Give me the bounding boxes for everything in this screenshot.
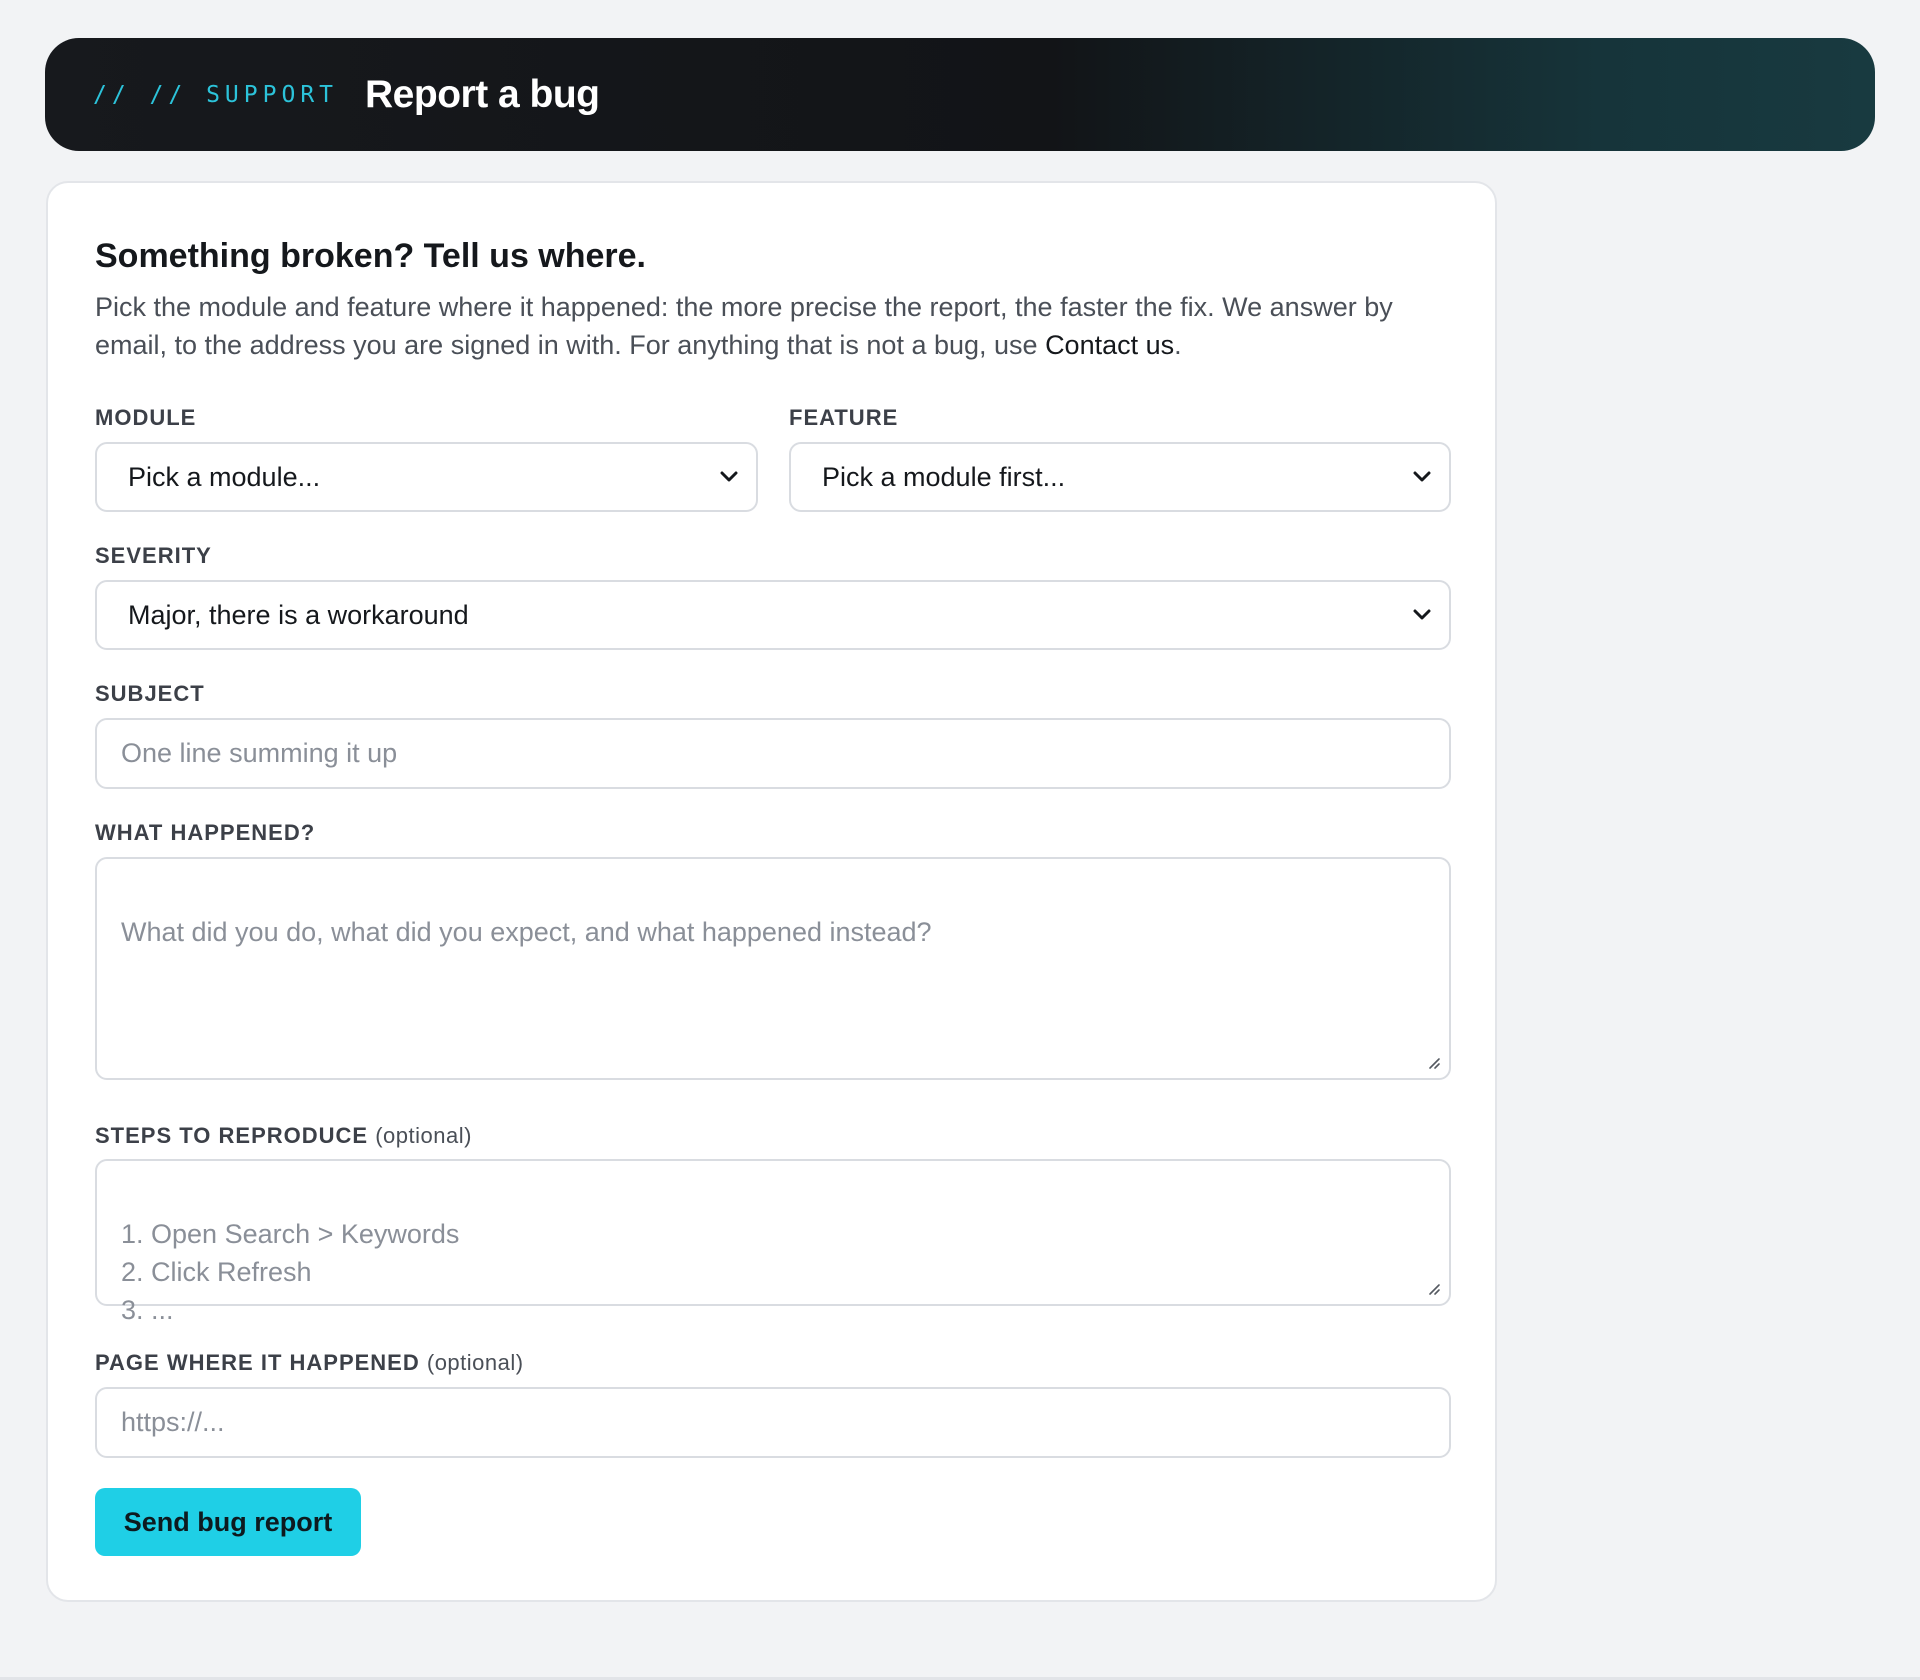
module-select-value: Pick a module...	[128, 461, 321, 492]
intro-text: Pick the module and feature where it hap…	[95, 292, 1393, 360]
severity-label: SEVERITY	[95, 543, 212, 568]
page-title: Report a bug	[365, 72, 600, 116]
resize-grip-icon[interactable]	[1425, 1280, 1441, 1296]
severity-select-value: Major, there is a workaround	[128, 599, 469, 630]
steps-label: STEPS TO REPRODUCE (optional)	[95, 1123, 472, 1149]
what-happened-placeholder: What did you do, what did you expect, an…	[121, 917, 932, 947]
feature-label: FEATURE	[789, 405, 899, 430]
severity-select[interactable]: Major, there is a workaround	[95, 580, 1451, 650]
form-heading: Something broken? Tell us where.	[95, 237, 647, 275]
chevron-down-icon	[1413, 609, 1431, 620]
form-intro: Pick the module and feature where it hap…	[95, 288, 1451, 364]
page-header: // // SUPPORT Report a bug	[45, 38, 1875, 151]
subject-label: SUBJECT	[95, 681, 205, 706]
module-select[interactable]: Pick a module...	[95, 442, 758, 512]
feature-select[interactable]: Pick a module first...	[789, 442, 1451, 512]
page-url-input[interactable]: https://...	[95, 1387, 1451, 1458]
subject-placeholder: One line summing it up	[121, 738, 398, 768]
bug-report-card: Something broken? Tell us where. Pick th…	[46, 181, 1497, 1602]
contact-us-link[interactable]: Contact us	[1045, 330, 1174, 360]
page-url-optional-tag: (optional)	[426, 1350, 524, 1375]
steps-optional-tag: (optional)	[375, 1123, 472, 1148]
resize-grip-icon[interactable]	[1425, 1054, 1441, 1070]
subject-input[interactable]: One line summing it up	[95, 718, 1451, 789]
feature-select-value: Pick a module first...	[822, 461, 1066, 492]
what-happened-textarea[interactable]: What did you do, what did you expect, an…	[95, 857, 1451, 1080]
chevron-down-icon	[720, 471, 738, 482]
send-bug-report-button[interactable]: Send bug report	[95, 1488, 361, 1556]
module-label: MODULE	[95, 405, 197, 430]
steps-textarea[interactable]: 1. Open Search > Keywords 2. Click Refre…	[95, 1159, 1451, 1325]
section-eyebrow: // // SUPPORT	[93, 81, 339, 108]
page-url-placeholder: https://...	[121, 1407, 225, 1437]
page-url-label-text: PAGE WHERE IT HAPPENED	[95, 1350, 420, 1375]
what-happened-label: WHAT HAPPENED?	[95, 820, 316, 845]
intro-end: .	[1174, 330, 1182, 360]
steps-label-text: STEPS TO REPRODUCE	[95, 1123, 369, 1148]
steps-placeholder: 1. Open Search > Keywords 2. Click Refre…	[121, 1219, 460, 1325]
page-url-label: PAGE WHERE IT HAPPENED (optional)	[95, 1350, 524, 1376]
chevron-down-icon	[1413, 471, 1431, 482]
